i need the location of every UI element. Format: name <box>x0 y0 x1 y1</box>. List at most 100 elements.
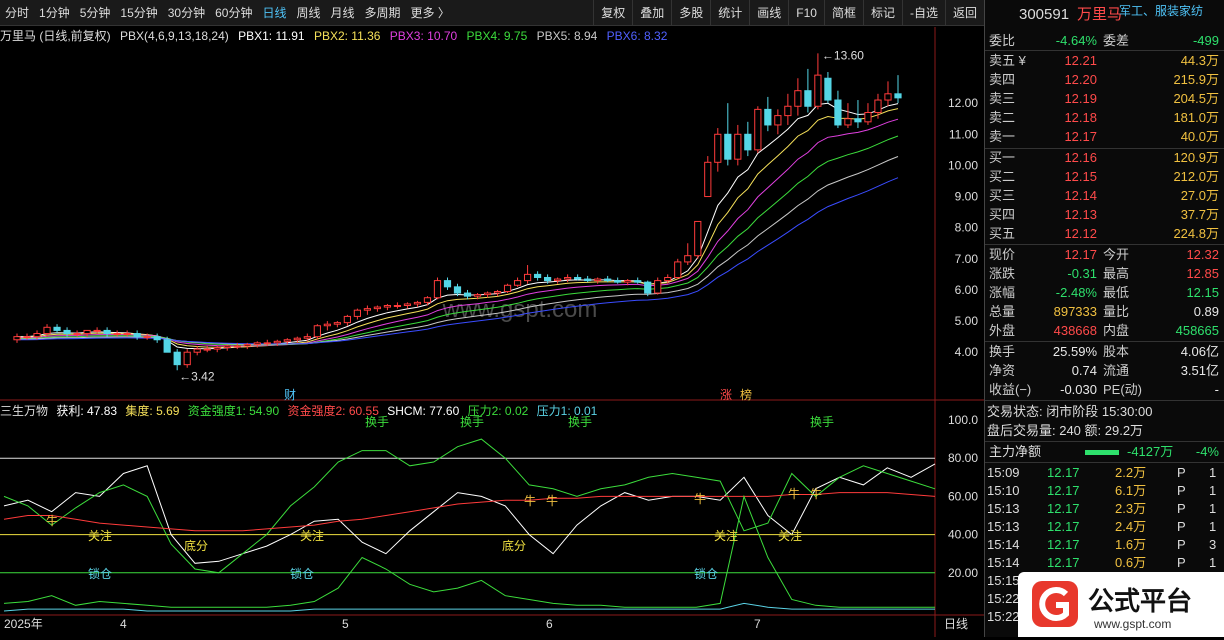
ask-label: 卖四 <box>989 72 1016 87</box>
tick-count: 3 <box>1209 537 1217 552</box>
ask-row[interactable]: 卖四 12.20 215.9万 <box>985 71 1224 89</box>
bid-row[interactable]: 买二 12.15 212.0万 <box>985 168 1224 186</box>
candle <box>523 265 532 284</box>
candle <box>173 349 181 371</box>
stat-row: 净资 0.74 流通 3.51亿 <box>985 362 1224 380</box>
bid-row[interactable]: 买五 12.12 224.8万 <box>985 225 1224 243</box>
bid-label: 买三 <box>989 188 1016 203</box>
period-tab-7[interactable]: 周线 <box>291 0 325 26</box>
tick-price: 12.17 <box>1047 555 1080 570</box>
signal-niu: 牛 <box>546 493 558 508</box>
signal-suocang: 锁仓 <box>88 566 112 581</box>
quote-header: 300591 万里马 军工、服装家纺 <box>985 4 1224 26</box>
ask-row[interactable]: 卖五 ¥ 12.21 44.3万 <box>985 52 1224 70</box>
stat-row: 现价 12.17 今开 12.32 <box>985 246 1224 264</box>
tick-volume: 2.2万 <box>1115 465 1147 480</box>
period-tab-4[interactable]: 30分钟 <box>163 0 210 26</box>
time-tick: 2025年 <box>4 617 43 631</box>
toolbar-btn-6[interactable]: 简框 <box>823 0 863 26</box>
toolbar-btn-4[interactable]: 画线 <box>749 0 788 26</box>
tick-type: P <box>1177 483 1186 498</box>
tick-price: 12.17 <box>1047 465 1080 480</box>
candle <box>353 308 361 320</box>
bid-volume: 37.7万 <box>1180 207 1219 222</box>
bid-row[interactable]: 买四 12.13 37.7万 <box>985 206 1224 224</box>
ask-price: 12.17 <box>1064 129 1097 144</box>
bid-row[interactable]: 买一 12.16 120.9万 <box>985 149 1224 167</box>
sub-axis-tick: 20.00 <box>948 566 978 580</box>
candle <box>433 277 442 300</box>
bid-volume: 224.8万 <box>1173 226 1219 241</box>
period-tab-10[interactable]: 更多 〉 <box>406 0 455 26</box>
toolbar-right: 复权 叠加 多股 统计 画线 F10 简框 标记 -自选 返回 <box>593 0 984 26</box>
stat-row: 涨跌 -0.31 最高 12.85 <box>985 265 1224 283</box>
period-tab-9[interactable]: 多周期 <box>360 0 406 26</box>
ask-volume: 204.5万 <box>1173 91 1219 106</box>
period-tab-2[interactable]: 5分钟 <box>75 0 116 26</box>
toolbar-btn-9[interactable]: 返回 <box>944 0 984 26</box>
candle <box>674 258 682 280</box>
period-tab-0[interactable]: 分时 <box>0 0 34 26</box>
separator <box>985 462 1224 463</box>
ask-label: 卖一 <box>989 129 1016 144</box>
stat-row: 外盘 438668 内盘 458665 <box>985 322 1224 340</box>
candle <box>383 303 392 311</box>
period-label[interactable]: 日线 <box>944 617 968 631</box>
candle <box>343 314 351 326</box>
sub-indicator-name[interactable]: 三生万物 <box>0 404 48 418</box>
ask-row[interactable]: 卖一 12.17 40.0万 <box>985 128 1224 146</box>
period-tab-6[interactable]: 日线 <box>257 0 291 26</box>
tick-price: 12.17 <box>1047 519 1080 534</box>
signal-niu: 牛 <box>810 486 822 501</box>
toolbar-btn-5[interactable]: F10 <box>788 0 824 26</box>
period-tab-1[interactable]: 1分钟 <box>34 0 75 26</box>
bid-row[interactable]: 买三 12.14 27.0万 <box>985 187 1224 205</box>
ask-row[interactable]: 卖三 12.19 204.5万 <box>985 90 1224 108</box>
tick-row: 15:10 12.17 6.1万 P 1 <box>985 482 1224 500</box>
stat-label: 股本 <box>1103 344 1130 359</box>
tick-type: P <box>1177 519 1186 534</box>
candle <box>834 90 842 129</box>
candle <box>53 324 61 334</box>
candle <box>734 124 742 166</box>
ask-price: 12.20 <box>1064 72 1097 87</box>
quote-panel: 300591 万里马 军工、服装家纺 委比 -4.64% 委差 -499 卖五 ¥ 12.21 4… <box>984 0 1224 637</box>
ask-row[interactable]: 卖二 12.18 181.0万 <box>985 109 1224 127</box>
stat-label: 总量 <box>989 304 1016 319</box>
signal-niu: 牛 <box>524 493 536 508</box>
sub-axis-tick: 60.00 <box>948 489 978 503</box>
fund-strength2-value: 资金强度2: 60.55 <box>287 404 379 418</box>
bid-volume: 212.0万 <box>1173 169 1219 184</box>
candle <box>684 243 692 266</box>
fund-strength1-value: 资金强度1: 54.90 <box>187 404 280 418</box>
rank-marker[interactable]: 榜 <box>740 387 752 402</box>
signal-suocang: 锁仓 <box>694 566 718 581</box>
tick-time: 15:14 <box>987 555 1020 570</box>
limit-up-marker[interactable]: 涨 <box>720 387 732 402</box>
separator <box>985 441 1224 442</box>
toolbar-btn-2[interactable]: 多股 <box>671 0 710 26</box>
period-tab-5[interactable]: 60分钟 <box>210 0 257 26</box>
toolbar-btn-0[interactable]: 复权 <box>593 0 632 26</box>
finance-marker[interactable]: 财 <box>284 388 296 402</box>
candle <box>884 81 892 107</box>
order-ratio-label: 委比 <box>989 33 1016 48</box>
candle <box>774 109 782 135</box>
period-tab-3[interactable]: 15分钟 <box>115 0 162 26</box>
stock-tag[interactable]: 军工、服装家纺 <box>1119 2 1203 20</box>
candle <box>744 121 752 157</box>
separator <box>985 244 1224 245</box>
toolbar-btn-3[interactable]: 统计 <box>710 0 749 26</box>
stat-label: 最高 <box>1103 266 1130 281</box>
main-flow-value: -4127万 <box>1127 444 1174 459</box>
time-tick: 4 <box>120 617 127 631</box>
period-tab-8[interactable]: 月线 <box>326 0 360 26</box>
chart-area[interactable]: www.gspt.com12.0011.0010.009.008.007.006… <box>0 27 984 637</box>
tick-time: 15:15 <box>987 573 1020 588</box>
main-flow-label[interactable]: 主力净额 <box>989 443 1041 461</box>
toolbar-btn-7[interactable]: 标记 <box>862 0 902 26</box>
toolbar-btn-8[interactable]: -自选 <box>901 0 945 26</box>
price-tick: 8.00 <box>955 221 979 235</box>
tick-volume: 0.6万 <box>1115 555 1147 570</box>
toolbar-btn-1[interactable]: 叠加 <box>632 0 671 26</box>
